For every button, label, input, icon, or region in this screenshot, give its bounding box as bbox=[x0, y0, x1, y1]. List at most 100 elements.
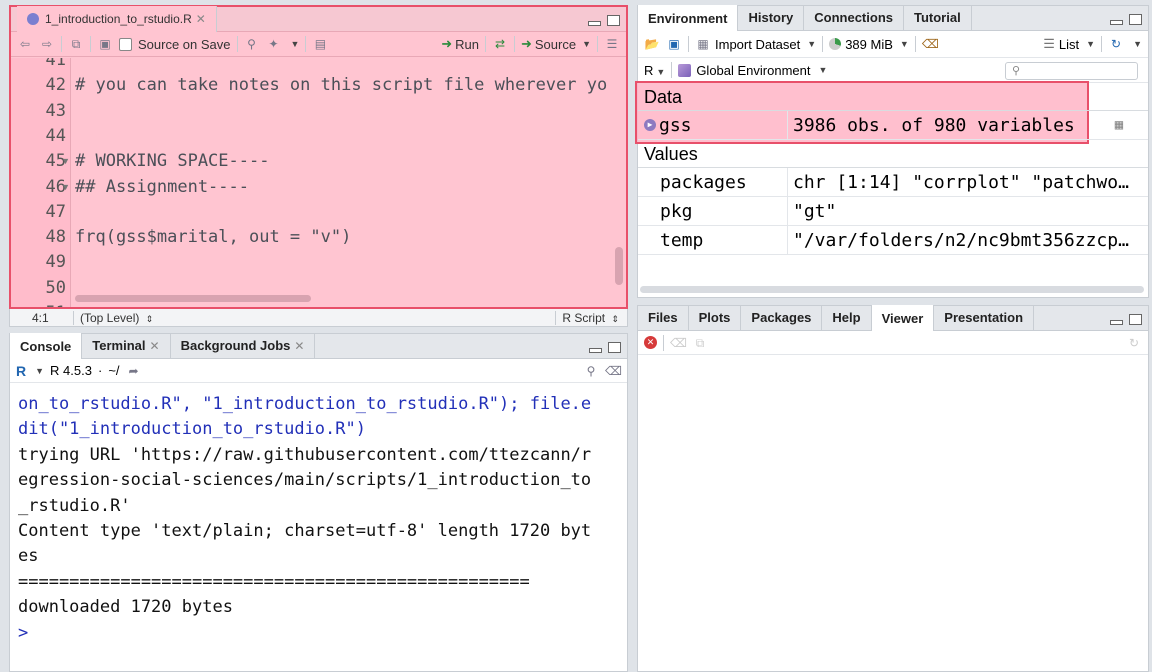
console-output[interactable]: on_to_rstudio.R", "1_introduction_to_rst… bbox=[18, 392, 615, 671]
save-icon[interactable]: ▣ bbox=[97, 37, 113, 51]
console-line: Content type 'text/plain; charset=utf-8'… bbox=[18, 521, 592, 542]
scope-selector[interactable]: (Top Level) ⇕ bbox=[74, 311, 153, 325]
working-directory[interactable]: ~/ bbox=[108, 363, 119, 378]
tab-connections-label: Connections bbox=[814, 10, 893, 25]
tab-connections[interactable]: Connections bbox=[804, 5, 904, 30]
editor-toolbar: ⇦ ⇨ ⧉ ▣ Source on Save ⚲ ✦ ▼ ▤ ➜ Run ⇄ ➜ … bbox=[11, 32, 626, 57]
refresh-icon[interactable]: ↻ bbox=[1126, 336, 1142, 350]
magic-wand-icon[interactable]: ✦ bbox=[266, 37, 282, 51]
view-table-icon[interactable]: ▦ bbox=[1090, 111, 1148, 139]
pie-chart-icon bbox=[829, 38, 842, 50]
table-row-packages[interactable]: packages chr [1:14] "corrplot" "patchwo… bbox=[638, 168, 1148, 197]
code-line[interactable]: # you can take notes on this script file… bbox=[75, 72, 607, 98]
fold-icon[interactable]: ▼ bbox=[61, 182, 70, 192]
source-button[interactable]: ➜ Source ▼ bbox=[521, 36, 591, 52]
save-icon[interactable]: ▣ bbox=[666, 37, 682, 51]
chevron-down-icon[interactable]: ▼ bbox=[35, 366, 44, 376]
filetype-selector[interactable]: R Script ⇕ bbox=[555, 310, 627, 325]
close-tab-icon[interactable]: ✕ bbox=[196, 12, 206, 26]
console-line: downloaded 1720 bytes bbox=[18, 597, 233, 618]
tab-viewer[interactable]: Viewer bbox=[871, 305, 935, 331]
pkg-value: "gt" bbox=[793, 201, 837, 222]
tab-terminal[interactable]: Terminal ✕ bbox=[82, 333, 171, 358]
search-icon[interactable]: ⚲ bbox=[583, 364, 599, 378]
tab-history[interactable]: History bbox=[738, 5, 805, 30]
console-window-buttons bbox=[589, 342, 621, 353]
minimize-icon[interactable] bbox=[589, 348, 602, 353]
broom-icon[interactable]: ⌫ bbox=[922, 37, 939, 51]
tab-console[interactable]: Console bbox=[10, 333, 83, 359]
chevron-down-icon[interactable]: ▼ bbox=[1133, 39, 1142, 49]
load-workspace-icon[interactable]: 📂 bbox=[644, 37, 660, 51]
source-on-save-checkbox[interactable] bbox=[119, 37, 132, 51]
show-in-window-icon[interactable]: ⧉ bbox=[68, 37, 84, 51]
scope-selector[interactable]: Global Environment ▼ bbox=[678, 63, 827, 78]
tab-background-jobs[interactable]: Background Jobs ✕ bbox=[171, 333, 316, 358]
expand-icon[interactable]: ▶ bbox=[644, 119, 656, 131]
tab-tutorial[interactable]: Tutorial bbox=[904, 5, 972, 30]
rerun-icon[interactable]: ⇄ bbox=[492, 37, 508, 51]
code-line[interactable]: ## Assignment---- bbox=[75, 174, 249, 200]
tab-plots-label: Plots bbox=[698, 310, 731, 325]
editor-horizontal-scrollbar[interactable] bbox=[71, 295, 608, 302]
maximize-icon[interactable] bbox=[607, 15, 620, 26]
chevron-down-icon[interactable]: ▼ bbox=[291, 39, 300, 49]
environment-search-input[interactable]: ⚲ bbox=[1005, 62, 1138, 80]
environment-horizontal-scrollbar[interactable] bbox=[640, 286, 1144, 293]
table-row-gss[interactable]: ▶ gss 3986 obs. of 980 variables ▦ bbox=[638, 111, 1148, 140]
compile-report-icon[interactable]: ▤ bbox=[312, 37, 328, 51]
console-line: es bbox=[18, 546, 39, 567]
minimize-icon[interactable] bbox=[1110, 20, 1123, 25]
tab-environment-label: Environment bbox=[648, 10, 728, 26]
tab-packages[interactable]: Packages bbox=[741, 305, 823, 330]
tab-presentation[interactable]: Presentation bbox=[934, 305, 1035, 330]
gss-name-cell: ▶ gss bbox=[638, 111, 788, 139]
close-tab-icon[interactable]: ✕ bbox=[150, 339, 160, 353]
language-selector[interactable]: R ▼ bbox=[644, 63, 665, 78]
table-row-pkg[interactable]: pkg "gt" bbox=[638, 197, 1148, 226]
broom-icon[interactable]: ⌫ bbox=[670, 336, 687, 350]
tab-help[interactable]: Help bbox=[822, 305, 872, 330]
view-mode-button[interactable]: ☰ List ▼ bbox=[1043, 36, 1095, 52]
line-number: 42 bbox=[45, 75, 66, 96]
line-number-gutter: 4142434445▼46▼4748495051 bbox=[11, 58, 71, 307]
temp-value: "/var/folders/n2/nc9bmt356zzcp… bbox=[793, 230, 1129, 251]
maximize-icon[interactable] bbox=[1129, 314, 1142, 325]
outline-icon[interactable]: ☰ bbox=[604, 37, 620, 51]
editor-file-tab[interactable]: 1_introduction_to_rstudio.R ✕ bbox=[17, 6, 217, 32]
minimize-icon[interactable] bbox=[1110, 320, 1123, 325]
close-tab-icon[interactable]: ✕ bbox=[294, 339, 304, 353]
code-line[interactable]: # WORKING SPACE---- bbox=[75, 148, 269, 174]
code-line[interactable]: frq(gss$marital, out = "v") bbox=[75, 224, 351, 250]
console-line: > bbox=[18, 622, 29, 643]
forward-arrow-icon[interactable]: ⇨ bbox=[39, 37, 55, 51]
r-file-icon bbox=[27, 13, 39, 25]
code-area[interactable]: # you can take notes on this script file… bbox=[71, 58, 612, 307]
minimize-icon[interactable] bbox=[588, 21, 601, 26]
console-toolbar: R ▼ R 4.5.3 · ~/ ➦ ⚲ ⌫ bbox=[10, 359, 627, 383]
tab-environment[interactable]: Environment bbox=[638, 5, 739, 31]
tab-files[interactable]: Files bbox=[638, 305, 689, 330]
run-button[interactable]: ➜ Run bbox=[441, 36, 479, 52]
chevron-down-icon[interactable]: ▼ bbox=[582, 39, 591, 49]
search-icon[interactable]: ⚲ bbox=[244, 37, 260, 51]
broom-icon[interactable]: ⌫ bbox=[605, 364, 622, 378]
import-dataset-button[interactable]: ▦ Import Dataset ▼ bbox=[695, 37, 816, 52]
tab-plots[interactable]: Plots bbox=[689, 305, 742, 330]
r-logo-icon[interactable]: R bbox=[16, 363, 26, 379]
maximize-icon[interactable] bbox=[608, 342, 621, 353]
environment-scope-bar: R ▼ Global Environment ▼ ⚲ bbox=[638, 58, 1148, 83]
memory-usage-button[interactable]: 389 MiB ▼ bbox=[829, 37, 909, 52]
toolbar-divider bbox=[597, 36, 598, 52]
fold-icon[interactable]: ▼ bbox=[61, 156, 70, 166]
editor-vertical-scrollbar[interactable] bbox=[615, 247, 623, 285]
go-to-directory-icon[interactable]: ➦ bbox=[126, 364, 142, 378]
clear-viewer-icon[interactable]: ✕ bbox=[644, 336, 657, 349]
maximize-icon[interactable] bbox=[1129, 14, 1142, 25]
toolbar-divider bbox=[688, 36, 689, 52]
table-row-temp[interactable]: temp "/var/folders/n2/nc9bmt356zzcp… bbox=[638, 226, 1148, 255]
viewer-tabbar: Files Plots Packages Help Viewer Present… bbox=[638, 305, 1148, 331]
refresh-icon[interactable]: ↻ bbox=[1108, 37, 1124, 51]
export-icon[interactable]: ⧉ bbox=[692, 336, 708, 350]
back-arrow-icon[interactable]: ⇦ bbox=[17, 37, 33, 51]
